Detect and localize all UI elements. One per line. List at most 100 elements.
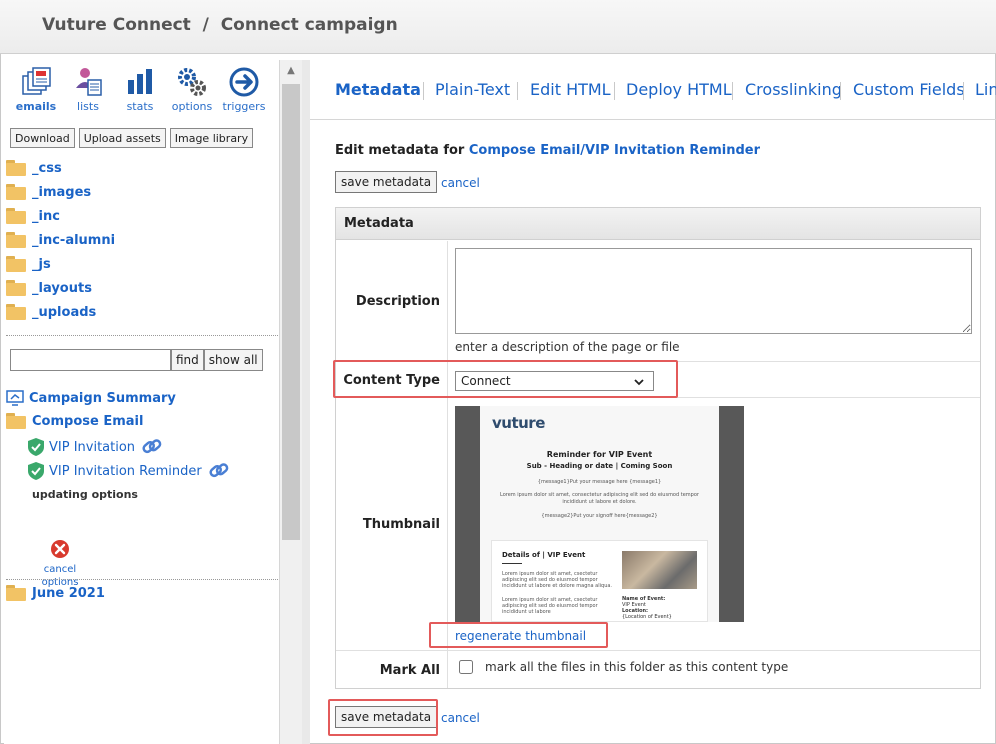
scroll-thumb[interactable] — [282, 84, 300, 540]
tool-label: emails — [15, 100, 57, 113]
cancel-options-button[interactable]: cancel options — [38, 539, 82, 589]
folder-item[interactable]: _images — [6, 180, 115, 204]
tab-separator — [963, 82, 964, 100]
find-button[interactable]: find — [171, 349, 204, 371]
cancel-link-bottom[interactable]: cancel — [441, 711, 480, 725]
tree-item-june-2021[interactable]: June 2021 — [6, 585, 105, 601]
email-title: Reminder for VIP Event — [546, 450, 653, 459]
folder-item[interactable]: _uploads — [6, 300, 115, 324]
save-metadata-button-top[interactable]: save metadata — [335, 171, 438, 193]
folder-item[interactable]: _js — [6, 252, 115, 276]
card-lorem1: Lorem ipsum dolor sit amet, csectetur ad… — [502, 571, 613, 589]
emails-icon — [22, 67, 51, 95]
tab-custom-fields[interactable]: Custom Fields — [853, 80, 965, 99]
tab-metadata[interactable]: Metadata — [335, 80, 421, 99]
tab-links[interactable]: Lin — [975, 80, 996, 99]
tool-emails[interactable]: emails — [10, 66, 62, 114]
divider — [6, 335, 278, 336]
tool-lists[interactable]: lists — [62, 66, 114, 114]
tab-separator — [614, 82, 615, 100]
tool-options[interactable]: options — [166, 66, 218, 114]
mark-all-option[interactable]: mark all the files in this folder as thi… — [459, 660, 788, 674]
thumbnail-preview: vuture Reminder for VIP Event Sub - Head… — [455, 406, 744, 622]
description-hint: enter a description of the page or file — [455, 340, 680, 354]
app-header: Vuture Connect / Connect campaign — [0, 0, 996, 54]
asset-buttons: Download Upload assets Image library — [10, 128, 254, 148]
folder-link[interactable]: _uploads — [32, 305, 96, 320]
breadcrumb-title: Vuture Connect / Connect campaign — [42, 15, 398, 35]
download-button[interactable]: Download — [10, 128, 75, 148]
card-lorem2: Lorem ipsum dolor sit amet, csectetur ad… — [502, 597, 598, 615]
left-scrollbar[interactable]: ▲ — [280, 60, 302, 744]
tool-label: options — [171, 100, 213, 113]
upload-assets-button[interactable]: Upload assets — [78, 128, 166, 148]
panel-divider — [302, 60, 310, 744]
tab-separator — [423, 82, 424, 100]
status-text: updating options — [32, 488, 138, 501]
tool-label: triggers — [222, 100, 266, 113]
tree-link[interactable]: Campaign Summary — [29, 391, 176, 406]
shield-check-icon — [28, 462, 44, 480]
summary-icon — [6, 390, 24, 406]
edit-heading: Edit metadata for Compose Email/VIP Invi… — [335, 143, 760, 158]
folder-link[interactable]: _images — [32, 185, 91, 200]
image-library-button[interactable]: Image library — [169, 128, 254, 148]
tree-link[interactable]: VIP Invitation — [49, 440, 135, 455]
highlight-regenerate — [429, 622, 608, 648]
tree-item-campaign-summary[interactable]: Campaign Summary — [6, 389, 176, 407]
card-underline — [502, 563, 522, 564]
folder-link[interactable]: _inc-alumni — [32, 233, 115, 248]
crosslink-icon[interactable] — [141, 437, 163, 457]
search-row: find show all — [10, 349, 263, 371]
status-row: updating options — [32, 488, 138, 501]
folder-link[interactable]: _js — [32, 257, 51, 272]
email-lorem: Lorem ipsum dolor sit amet, consectetur … — [500, 492, 699, 505]
card-title: Details of | VIP Event — [502, 551, 586, 559]
show-all-button[interactable]: show all — [203, 349, 263, 371]
tab-plain-text[interactable]: Plain-Text — [435, 80, 510, 99]
folder-link[interactable]: _css — [32, 161, 62, 176]
tree-link[interactable]: Compose Email — [32, 414, 143, 429]
search-input[interactable] — [10, 349, 171, 371]
folder-icon — [6, 304, 28, 320]
lists-icon — [76, 68, 102, 96]
folder-open-icon — [6, 413, 28, 429]
tool-triggers[interactable]: triggers — [218, 66, 270, 114]
tree-item-compose-email[interactable]: Compose Email — [6, 413, 143, 429]
description-textarea[interactable] — [455, 248, 972, 334]
scroll-up-icon[interactable]: ▲ — [280, 60, 302, 82]
folder-item[interactable]: _css — [6, 156, 115, 180]
tool-stats[interactable]: stats — [114, 66, 166, 114]
folder-item[interactable]: _inc-alumni — [6, 228, 115, 252]
folder-icon — [6, 256, 28, 272]
mark-all-label: Mark All — [379, 663, 440, 678]
tool-label: stats — [126, 100, 154, 113]
email-message1: {message1}Put your message here {message… — [537, 479, 662, 485]
folder-link[interactable]: _inc — [32, 209, 60, 224]
folder-icon — [6, 160, 28, 176]
tab-crosslinking[interactable]: Crosslinking — [745, 80, 842, 99]
section-title: Metadata — [344, 216, 414, 231]
email-preview: vuture Reminder for VIP Event Sub - Head… — [480, 406, 719, 622]
edit-target-link[interactable]: Compose Email/VIP Invitation Reminder — [469, 143, 760, 158]
cancel-link-top[interactable]: cancel — [441, 176, 480, 190]
card-image — [622, 551, 697, 589]
folder-item[interactable]: _layouts — [6, 276, 115, 300]
tab-edit-html[interactable]: Edit HTML — [530, 80, 611, 99]
mark-all-checkbox[interactable] — [459, 660, 473, 674]
crosslink-icon[interactable] — [208, 461, 230, 481]
folder-item[interactable]: _inc — [6, 204, 115, 228]
tree-item-vip-reminder[interactable]: VIP Invitation Reminder — [26, 461, 230, 481]
highlight-save-metadata — [328, 699, 438, 736]
email-subtitle: Sub - Heading or date | Coming Soon — [526, 462, 673, 470]
edit-intro: Edit metadata for — [335, 143, 465, 158]
folder-link[interactable]: _layouts — [32, 281, 92, 296]
stats-icon — [128, 69, 152, 94]
folder-list: _css _images _inc _inc-alumni _js _layou… — [6, 156, 115, 324]
shield-check-icon — [28, 438, 44, 456]
tree-link[interactable]: VIP Invitation Reminder — [49, 464, 202, 479]
email-message2: {message2}Put your signoff here{message2… — [541, 513, 658, 519]
tree-link[interactable]: June 2021 — [32, 586, 105, 601]
tab-deploy-html[interactable]: Deploy HTML — [626, 80, 732, 99]
tree-item-vip-invitation[interactable]: VIP Invitation — [26, 437, 163, 457]
